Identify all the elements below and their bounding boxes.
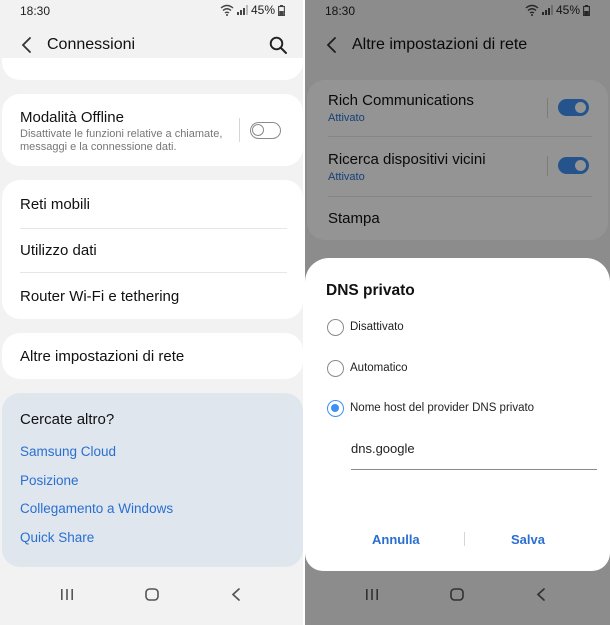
offline-mode-card[interactable]: Modalità Offline Disattivate le funzioni…: [2, 94, 303, 166]
more-network-settings-label: Altre impostazioni di rete: [20, 348, 185, 365]
link-samsung-cloud[interactable]: Samsung Cloud: [20, 444, 116, 459]
recent-apps-icon[interactable]: [58, 587, 76, 603]
separator: [20, 272, 287, 273]
dialog-title: DNS privato: [326, 282, 415, 299]
dns-hostname-value: dns.google: [351, 441, 415, 456]
menu-item-hotspot-tethering[interactable]: Router Wi-Fi e tethering: [20, 288, 179, 305]
offline-mode-subtitle-2: messaggi e la connessione dati.: [20, 141, 177, 153]
page-title: Connessioni: [47, 36, 136, 53]
menu-item-mobile-networks[interactable]: Reti mobili: [20, 196, 90, 213]
radio-hostname-label[interactable]: Nome host del provider DNS privato: [350, 402, 534, 414]
menu-item-data-usage[interactable]: Utilizzo dati: [20, 242, 97, 259]
save-button[interactable]: Salva: [511, 532, 545, 547]
radio-hostname[interactable]: [327, 400, 344, 417]
battery-icon: [278, 4, 285, 16]
link-quick-share[interactable]: Quick Share: [20, 530, 94, 545]
status-bar: 18:30 45%: [0, 0, 305, 22]
offline-mode-toggle[interactable]: [250, 122, 281, 139]
search-icon[interactable]: [267, 34, 289, 56]
cancel-button[interactable]: Annulla: [372, 532, 420, 547]
network-menu-card: Reti mobili Utilizzo dati Router Wi-Fi e…: [2, 180, 303, 319]
looking-for-something-else-card: Cercate altro? Samsung Cloud Posizione C…: [2, 393, 303, 567]
home-icon[interactable]: [143, 587, 161, 603]
more-network-settings-screen: 18:30 45% Altre impostazioni di rete Ric…: [305, 0, 610, 625]
status-icons: 45%: [220, 3, 285, 17]
button-divider: [464, 532, 465, 546]
private-dns-dialog: DNS privato Disattivato Automatico Nome …: [305, 258, 610, 571]
status-time: 18:30: [20, 4, 51, 18]
offline-divider: [239, 118, 240, 142]
signal-icon: [236, 5, 248, 15]
offline-mode-title: Modalità Offline: [20, 109, 124, 126]
radio-automatic-label[interactable]: Automatico: [350, 362, 408, 374]
dns-hostname-input[interactable]: dns.google: [351, 436, 597, 470]
wifi-icon: [220, 4, 234, 16]
navigation-bar: [0, 565, 305, 625]
link-link-to-windows[interactable]: Collegamento a Windows: [20, 501, 173, 516]
suggest-title: Cercate altro?: [20, 411, 115, 428]
radio-off[interactable]: [327, 319, 344, 336]
app-bar: Connessioni: [0, 28, 305, 62]
back-arrow-icon[interactable]: [16, 34, 38, 56]
separator: [20, 228, 287, 229]
connections-screen: 18:30 45% Connessioni Modalità Offline D…: [0, 0, 305, 625]
battery-percent: 45%: [250, 3, 275, 17]
scrolled-card-edge: [2, 58, 303, 80]
link-location[interactable]: Posizione: [20, 473, 79, 488]
radio-off-label[interactable]: Disattivato: [350, 321, 404, 333]
offline-mode-subtitle-1: Disattivate le funzioni relative a chiam…: [20, 128, 223, 140]
radio-automatic[interactable]: [327, 360, 344, 377]
back-nav-icon[interactable]: [228, 587, 246, 603]
more-network-settings-card[interactable]: Altre impostazioni di rete: [2, 333, 303, 379]
